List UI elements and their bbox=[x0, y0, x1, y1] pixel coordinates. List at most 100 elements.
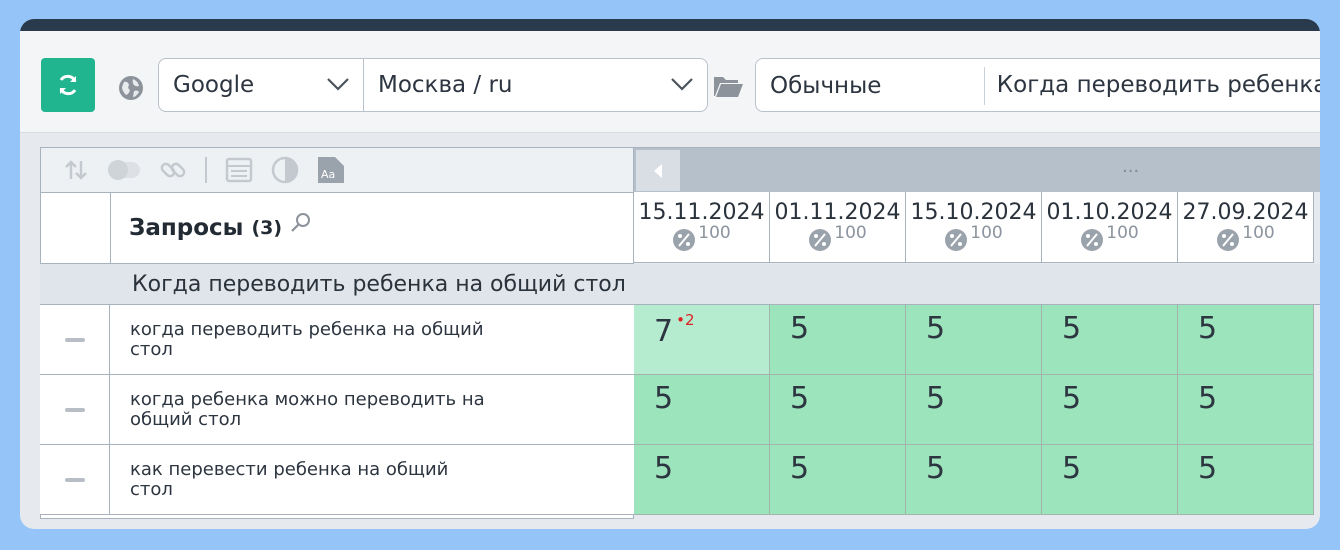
contrast-icon[interactable] bbox=[271, 156, 299, 184]
query-text: когда ребенка можно переводить на общий … bbox=[130, 388, 485, 430]
query-text: когда переводить ребенка на общий стол bbox=[130, 318, 484, 360]
dates-panel: ... 15.11.2024 100 01.11.2024 100 15.10.2024… bbox=[634, 147, 1320, 519]
positions-table: Aa Запросы (3) ... 15.11.2024 100 01.11.… bbox=[40, 147, 1320, 529]
table-row[interactable]: когда ребенка можно переводить на общий … bbox=[40, 375, 634, 445]
date-label: 15.11.2024 bbox=[638, 200, 765, 225]
percent-value: 100 bbox=[1242, 223, 1275, 243]
queries-count: (3) bbox=[251, 217, 283, 239]
date-label: 01.11.2024 bbox=[774, 200, 901, 225]
position-cell[interactable]: 5 bbox=[634, 445, 770, 515]
date-label: 27.09.2024 bbox=[1182, 200, 1309, 225]
position-cell[interactable]: 5 bbox=[1042, 445, 1178, 515]
queries-title-cell: Запросы (3) bbox=[111, 193, 633, 263]
percent-value: 100 bbox=[834, 223, 867, 243]
row-handle bbox=[40, 305, 110, 374]
date-column-header[interactable]: 15.11.2024 100 bbox=[634, 192, 770, 263]
more-dates[interactable]: ... bbox=[1122, 156, 1139, 177]
position-cell[interactable]: 5 bbox=[1178, 305, 1314, 375]
query-text: как перевести ребенка на общий стол bbox=[130, 458, 449, 500]
position-value: 5 bbox=[926, 381, 946, 416]
position-value: 5 bbox=[926, 311, 946, 346]
position-cell[interactable]: 5 bbox=[1178, 445, 1314, 515]
date-column-header[interactable]: 01.11.2024 100 bbox=[770, 192, 906, 263]
engine-select[interactable]: Google bbox=[159, 59, 364, 111]
window-topbar bbox=[20, 19, 1320, 31]
position-cell[interactable]: 5 bbox=[1178, 375, 1314, 445]
position-cell[interactable]: 5 bbox=[634, 375, 770, 445]
query-group-value: Когда переводить ребенка на общий стол bbox=[996, 72, 1320, 98]
link-icon[interactable] bbox=[159, 156, 187, 184]
position-value: 5 bbox=[654, 451, 674, 486]
refresh-icon bbox=[59, 74, 77, 96]
position-value: 5 bbox=[1198, 381, 1218, 416]
position-cell[interactable]: 5 bbox=[1042, 375, 1178, 445]
row-handle bbox=[40, 375, 110, 444]
font-size-icon[interactable]: Aa bbox=[317, 156, 345, 184]
query-cell: когда переводить ребенка на общий стол bbox=[110, 305, 634, 374]
position-value: 7 bbox=[654, 314, 674, 349]
position-value: 5 bbox=[1062, 311, 1082, 346]
engine-value: Google bbox=[173, 72, 255, 98]
table-row[interactable]: как перевести ребенка на общий стол bbox=[40, 445, 634, 515]
dates-scroll-bar: ... bbox=[634, 147, 1320, 192]
region-select[interactable]: Москва / ru bbox=[364, 59, 707, 111]
scroll-left-button[interactable] bbox=[636, 150, 680, 191]
position-value: 5 bbox=[1198, 451, 1218, 486]
query-type-value: Обычные bbox=[770, 73, 882, 99]
visibility-badge: 100 bbox=[1042, 223, 1177, 252]
date-column-header[interactable]: 01.10.2024 100 bbox=[1042, 192, 1178, 263]
percent-icon bbox=[809, 229, 832, 251]
percent-value: 100 bbox=[698, 223, 731, 243]
search-settings-select: Google Москва / ru bbox=[158, 58, 708, 112]
dash-icon[interactable] bbox=[64, 477, 85, 482]
columns-icon[interactable] bbox=[225, 157, 253, 183]
date-column-header[interactable]: 15.10.2024 100 bbox=[906, 192, 1042, 263]
visibility-badge: 100 bbox=[1178, 223, 1313, 252]
delta-value: 2 bbox=[684, 311, 695, 329]
globe-icon[interactable] bbox=[117, 74, 145, 102]
position-cell[interactable]: 7 •2 bbox=[634, 305, 770, 375]
sort-icon[interactable] bbox=[63, 159, 89, 181]
caret-left-icon bbox=[654, 163, 662, 178]
position-cell[interactable]: 5 bbox=[906, 305, 1042, 375]
date-column-header[interactable]: 27.09.2024 100 bbox=[1178, 192, 1314, 263]
app-window: Google Москва / ru Обычные Когда перевод… bbox=[20, 19, 1320, 529]
position-cell[interactable]: 5 bbox=[906, 445, 1042, 515]
row-handle bbox=[40, 445, 110, 514]
query-group-select[interactable]: Когда переводить ребенка на общий стол bbox=[985, 59, 1320, 111]
percent-icon bbox=[945, 229, 968, 251]
chevron-down-icon bbox=[327, 78, 349, 91]
position-cell[interactable]: 5 bbox=[770, 305, 906, 375]
percent-icon bbox=[673, 229, 696, 251]
position-cell[interactable]: 5 bbox=[770, 445, 906, 515]
query-type-select[interactable]: Обычные bbox=[770, 67, 985, 105]
tools-divider bbox=[205, 157, 207, 183]
table-row[interactable]: когда переводить ребенка на общий стол bbox=[40, 305, 634, 375]
position-cell[interactable]: 5 bbox=[906, 375, 1042, 445]
queries-header: Запросы (3) bbox=[41, 193, 633, 264]
chevron-down-icon bbox=[671, 78, 693, 91]
position-value: 5 bbox=[790, 311, 810, 346]
query-cell: когда ребенка можно переводить на общий … bbox=[110, 375, 634, 444]
folder-icon[interactable] bbox=[712, 73, 744, 99]
header-spacer bbox=[41, 193, 111, 263]
toggle-icon[interactable] bbox=[107, 159, 141, 181]
position-value: 5 bbox=[1062, 451, 1082, 486]
query-cell: как перевести ребенка на общий стол bbox=[110, 445, 634, 514]
date-label: 15.10.2024 bbox=[910, 200, 1037, 225]
position-cell[interactable]: 5 bbox=[770, 375, 906, 445]
position-cell[interactable]: 5 bbox=[1042, 305, 1178, 375]
visibility-badge: 100 bbox=[770, 223, 905, 252]
dash-icon[interactable] bbox=[64, 337, 85, 342]
percent-value: 100 bbox=[1106, 223, 1139, 243]
dash-icon[interactable] bbox=[64, 407, 85, 412]
visibility-badge: 100 bbox=[906, 223, 1041, 252]
position-value: 5 bbox=[654, 381, 674, 416]
position-value: 5 bbox=[1062, 381, 1082, 416]
region-value: Москва / ru bbox=[378, 72, 513, 98]
table-tools: Aa bbox=[41, 148, 633, 193]
refresh-button[interactable] bbox=[41, 58, 95, 112]
toolbar: Google Москва / ru Обычные Когда перевод… bbox=[20, 31, 1320, 133]
search-icon[interactable] bbox=[290, 212, 312, 234]
position-value: 5 bbox=[926, 451, 946, 486]
